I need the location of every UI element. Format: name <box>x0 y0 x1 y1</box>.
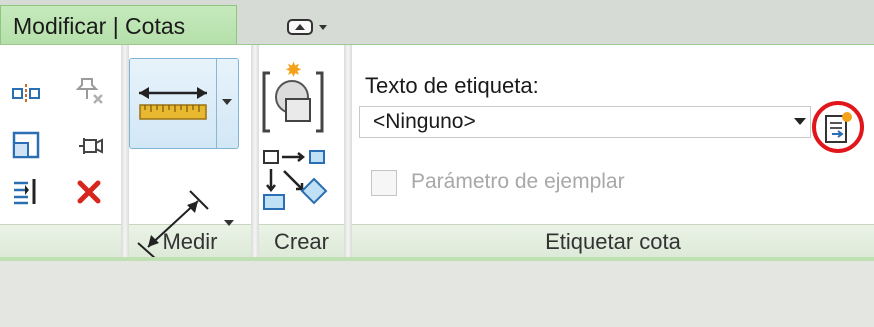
chevron-down-icon <box>319 24 327 30</box>
delete-icon[interactable] <box>76 179 102 205</box>
panel-separator <box>251 45 259 258</box>
panel-separator <box>344 45 352 258</box>
aligned-dimension-icon[interactable] <box>134 185 214 259</box>
label-text-label: Texto de etiqueta: <box>365 73 539 98</box>
split-element-icon[interactable] <box>12 177 40 205</box>
panel-modify-title <box>0 224 121 258</box>
unpin-icon[interactable] <box>76 75 106 109</box>
panel-modify <box>0 45 121 258</box>
align-icon[interactable] <box>12 83 40 105</box>
scale-icon[interactable] <box>12 131 40 159</box>
instance-parameter-checkbox[interactable] <box>371 170 397 196</box>
label-text-combo[interactable]: <Ninguno> <box>359 106 811 138</box>
label-text-combo-value: <Ninguno> <box>373 110 476 133</box>
panel-etiquetar-cota-title: Etiquetar cota <box>352 224 874 258</box>
chevron-down-icon[interactable] <box>794 118 806 125</box>
instance-parameter-label: Parámetro de ejemplar <box>411 170 625 193</box>
panel-display-dropdown-icon <box>287 19 313 35</box>
ribbon: Medir Crear Etiquetar cota Texto de etiq… <box>0 44 874 259</box>
measure-icon <box>139 87 207 120</box>
ribbon-tab-strip: Modificar | Cotas <box>0 0 874 44</box>
chevron-down-icon[interactable] <box>222 99 232 107</box>
chevron-down-icon[interactable] <box>224 220 234 228</box>
split-divider <box>216 59 217 148</box>
panel-display-dropdown[interactable] <box>287 16 347 38</box>
status-bar <box>0 257 874 327</box>
panel-separator <box>121 45 129 258</box>
create-family-icon[interactable] <box>262 149 334 247</box>
measure-between-references-button[interactable] <box>129 58 239 149</box>
pin-icon[interactable] <box>76 133 106 159</box>
tab-modificar-cotas[interactable]: Modificar | Cotas <box>0 5 237 44</box>
highlight-ring <box>812 101 864 153</box>
create-similar-icon[interactable] <box>260 59 338 137</box>
